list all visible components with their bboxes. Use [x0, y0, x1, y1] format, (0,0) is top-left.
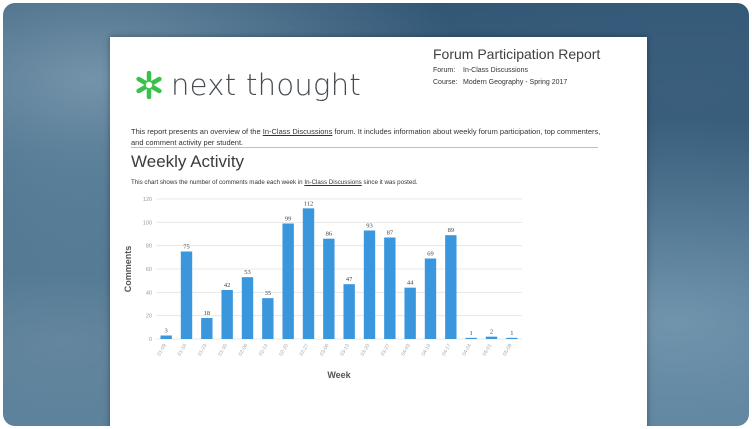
data-label: 86 [326, 231, 333, 238]
x-tick-label: 03-27 [380, 343, 392, 357]
data-label: 93 [366, 223, 373, 230]
data-label: 2 [490, 329, 493, 336]
data-label: 47 [346, 276, 353, 283]
bar [282, 223, 294, 339]
data-label: 99 [285, 216, 292, 223]
bar [384, 237, 396, 339]
data-label: 35 [265, 290, 272, 297]
bar [180, 251, 193, 339]
x-tick-label: 05-08 [502, 343, 514, 357]
report-page: next thought Forum Participation Report … [110, 37, 647, 426]
data-label: 112 [304, 200, 314, 207]
x-tick-label: 02-27 [299, 343, 311, 357]
y-tick-label: 40 [146, 290, 152, 296]
y-tick-label: 100 [143, 220, 152, 226]
data-label: 89 [448, 227, 455, 234]
bar [485, 336, 498, 339]
bar [323, 238, 335, 339]
x-axis-title: Week [327, 370, 351, 380]
y-tick-label: 80 [146, 244, 152, 250]
bar [221, 290, 233, 339]
x-tick-label: 01-16 [177, 343, 189, 357]
data-label: 3 [165, 328, 168, 335]
bar [201, 318, 213, 339]
bar [404, 287, 416, 339]
x-tick-label: 01-23 [197, 343, 209, 357]
x-tick-label: 03-06 [319, 343, 331, 357]
data-label: 87 [387, 230, 394, 237]
data-label: 53 [244, 269, 251, 276]
x-tick-label: 03-20 [360, 343, 372, 357]
bar [424, 258, 437, 339]
x-tick-label: 03-13 [339, 343, 351, 357]
x-tick-label: 02-20 [278, 343, 290, 357]
x-tick-label: 04-03 [400, 343, 412, 357]
y-tick-label: 0 [149, 337, 152, 343]
bar [160, 335, 172, 339]
y-tick-label: 20 [146, 314, 152, 320]
bar [445, 235, 457, 339]
x-tick-label: 02-13 [258, 343, 270, 357]
y-tick-label: 120 [143, 197, 152, 203]
x-tick-label: 02-06 [238, 343, 250, 357]
x-tick-label: 04-24 [461, 343, 473, 357]
y-axis-title: Comments [123, 246, 133, 293]
data-label: 1 [470, 330, 473, 337]
bar [343, 284, 355, 339]
bar [363, 230, 376, 339]
hero-background: next thought Forum Participation Report … [3, 3, 749, 426]
bar [302, 208, 315, 339]
x-tick-label: 01-30 [217, 343, 229, 357]
bar [465, 337, 477, 339]
data-label: 42 [224, 282, 231, 289]
data-label: 1 [510, 330, 513, 337]
weekly-activity-chart: 0 20 40 60 80 100 120 3 01-09 75 01-16 18 01-23 42 01-… [123, 197, 522, 380]
bar [241, 277, 254, 339]
bar [262, 298, 274, 339]
data-label: 44 [407, 280, 414, 287]
data-label: 18 [204, 310, 211, 317]
data-label: 75 [183, 244, 190, 251]
y-tick-label: 60 [146, 267, 152, 273]
bar [506, 337, 518, 339]
x-tick-label: 01-09 [156, 343, 168, 357]
x-tick-label: 04-17 [441, 343, 453, 357]
x-tick-label: 04-10 [421, 343, 433, 357]
data-label: 69 [427, 251, 434, 258]
x-tick-label: 05-01 [482, 343, 494, 357]
